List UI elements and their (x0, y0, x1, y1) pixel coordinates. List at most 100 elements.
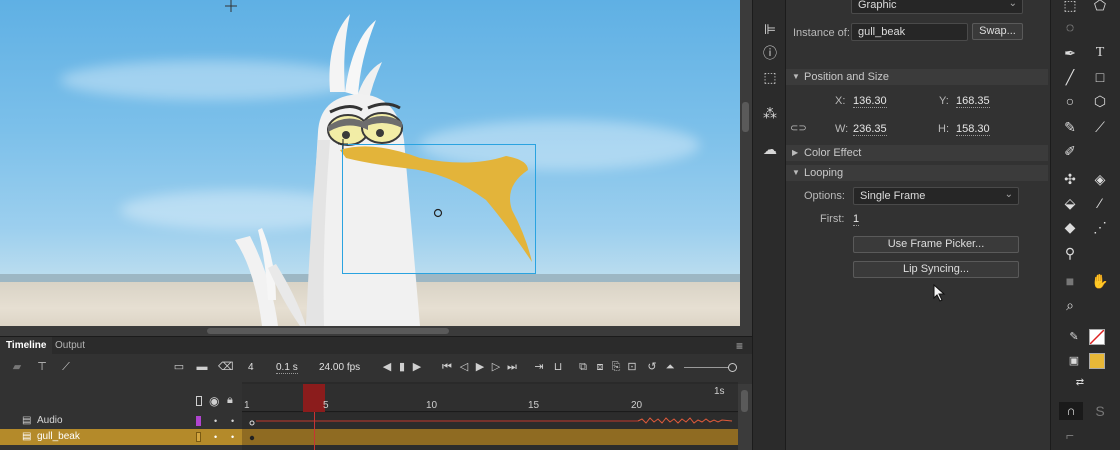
stroke-color-swatch[interactable] (1089, 329, 1105, 345)
free-transform-tool-icon[interactable]: ⬚ (1061, 0, 1079, 14)
asset-warp-tool-icon[interactable]: ⬠ (1091, 0, 1109, 14)
layer-row-gull-beak[interactable]: ▤ gull_beak • • (0, 429, 242, 445)
next-keyframe-icon[interactable]: ▶ (410, 360, 424, 374)
tab-timeline[interactable]: Timeline (0, 337, 53, 355)
text-tool-icon[interactable]: T (1091, 44, 1109, 62)
symbol-type-dropdown[interactable]: Graphic ⌄ (851, 0, 1023, 14)
first-frame-value[interactable]: 1 (853, 213, 860, 226)
camera-icon[interactable]: ▰ (10, 360, 24, 374)
loop-icon[interactable]: ⇥ (532, 360, 546, 374)
previous-keyframe-icon[interactable]: ◀ (380, 360, 394, 374)
w-value[interactable]: 236.35 (853, 123, 887, 136)
new-folder-icon[interactable]: ▬ (195, 360, 209, 374)
paint-brush-tool-icon[interactable]: ⟋ (1091, 118, 1109, 136)
visibility-dot[interactable]: • (214, 413, 217, 429)
fill-color-swatch[interactable] (1089, 353, 1105, 369)
frame-row-audio[interactable] (242, 413, 738, 429)
line-tool-icon[interactable]: ╱ (1061, 68, 1079, 86)
instance-name-field[interactable]: gull_beak (851, 23, 968, 41)
paint-bucket-tool-icon[interactable]: ◈ (1091, 170, 1109, 188)
position-size-section-header[interactable]: ▼ Position and Size (786, 69, 1048, 85)
frame-rate-value[interactable]: 24.00 fps (319, 362, 360, 373)
stage-vertical-scrollbar[interactable] (740, 0, 752, 336)
use-frame-picker-button[interactable]: Use Frame Picker... (853, 236, 1019, 253)
frame-zoom-slider-track[interactable] (684, 367, 734, 368)
frame-zoom-slider-handle[interactable] (728, 363, 737, 372)
visibility-dot[interactable]: • (214, 429, 217, 445)
ink-bottle-tool-icon[interactable]: ⬙ (1061, 194, 1079, 212)
outline-toggle-icon[interactable] (196, 396, 202, 406)
elapsed-unit: s (292, 362, 298, 373)
color-effect-section-header[interactable]: ▶ Color Effect (786, 145, 1048, 161)
camera-tool-icon[interactable]: ■ (1061, 272, 1079, 290)
brush-tool-icon[interactable]: ✐ (1061, 142, 1079, 160)
stage-canvas[interactable] (0, 0, 740, 326)
zoom-tool-icon[interactable]: ⌕ (1061, 296, 1079, 314)
play-icon[interactable]: ▶ (473, 360, 487, 374)
delete-layer-icon[interactable]: ⌫ (218, 360, 234, 374)
eye-icon[interactable]: ◉ (209, 394, 219, 408)
assets-icon[interactable]: ⁂ (761, 104, 779, 122)
lock-icon[interactable]: 🔒︎ (227, 394, 233, 407)
step-forward-icon[interactable]: ▷ (489, 360, 503, 374)
polystar-tool-icon[interactable]: ⬡ (1091, 92, 1109, 110)
info-icon[interactable]: ⓘ (761, 44, 779, 62)
step-back-icon[interactable]: ◁ (457, 360, 471, 374)
bone-tool-icon[interactable]: ✣ (1061, 170, 1079, 188)
frame-row-partial[interactable] (242, 445, 738, 450)
timeline-vertical-scroll-thumb[interactable] (741, 390, 748, 412)
hand-tool-icon[interactable]: ✋ (1091, 272, 1109, 290)
creative-cloud-libraries-icon[interactable]: ☁ (761, 140, 779, 158)
insert-keyframe-icon[interactable]: ▮ (395, 360, 409, 374)
transform-icon[interactable]: ⬚ (761, 68, 779, 86)
go-to-first-frame-icon[interactable]: ⏮ (440, 360, 454, 374)
smooth-icon[interactable]: S (1091, 402, 1109, 420)
go-to-last-frame-icon[interactable]: ⏭ (505, 360, 519, 374)
panel-menu-icon[interactable]: ≡ (730, 337, 749, 355)
layer-row-audio[interactable]: ▤ Audio • • (0, 413, 242, 429)
swap-colors-icon[interactable]: ⇄ (1071, 374, 1089, 392)
frame-row-gull-beak[interactable] (242, 429, 738, 445)
loop-options-dropdown[interactable]: Single Frame ⌄ (853, 187, 1019, 205)
straighten-icon[interactable]: ⌐ (1061, 426, 1079, 444)
playhead[interactable] (303, 384, 325, 412)
new-layer-icon[interactable]: ▭ (172, 360, 186, 374)
graph-icon[interactable]: ⟋ (59, 360, 73, 374)
lock-dot[interactable]: • (231, 429, 234, 445)
y-value[interactable]: 168.35 (956, 95, 990, 108)
onion-skin-icon[interactable]: ⧉ (576, 360, 590, 374)
oval-tool-icon[interactable]: ○ (1061, 92, 1079, 110)
frame-width-icon[interactable]: ⏶ (663, 360, 677, 374)
triangle-right-icon: ▶ (792, 148, 799, 157)
link-proportions-icon[interactable]: ⊂⊃ (790, 123, 807, 134)
rectangle-tool-icon[interactable]: □ (1091, 68, 1109, 86)
swap-button[interactable]: Swap... (972, 23, 1023, 40)
elapsed-time-value[interactable]: 0.1 s (276, 362, 298, 374)
stage-vertical-scroll-thumb[interactable] (742, 102, 749, 132)
looping-section-header[interactable]: ▼ Looping (786, 165, 1048, 181)
onion-skin-outlines-icon[interactable]: ⧈ (593, 360, 607, 374)
eyedropper-tool-icon[interactable]: ⁄ (1091, 194, 1109, 212)
eraser-tool-icon[interactable]: ◆ (1061, 218, 1079, 236)
edit-multiple-frames-icon[interactable]: ⎘ (609, 360, 623, 374)
snap-to-objects-icon[interactable]: ∩ (1059, 402, 1083, 420)
modify-markers-icon[interactable]: ⊡ (625, 360, 639, 374)
layer-row-partial[interactable] (0, 445, 242, 450)
pin-tool-icon[interactable]: ⚲ (1061, 244, 1079, 262)
x-value[interactable]: 136.30 (853, 95, 887, 108)
h-value[interactable]: 158.30 (956, 123, 990, 136)
undo-loop-icon[interactable]: ↺ (645, 360, 659, 374)
keyframe-dot[interactable] (249, 435, 255, 441)
lock-dot[interactable]: • (231, 413, 234, 429)
tab-output[interactable]: Output (49, 337, 91, 355)
current-frame-value[interactable]: 4 (248, 362, 254, 373)
align-icon[interactable]: ⊫ (761, 20, 779, 38)
stage-horizontal-scroll-thumb[interactable] (207, 328, 449, 334)
pen-tool-icon[interactable]: ✒ (1061, 44, 1079, 62)
width-tool-icon[interactable]: ⋰ (1091, 218, 1109, 236)
layer-parenting-icon[interactable]: ⊤ (35, 360, 49, 374)
pencil-tool-icon[interactable]: ✎ (1061, 118, 1079, 136)
center-frame-icon[interactable]: ⊔ (551, 360, 565, 374)
lasso-tool-icon[interactable]: ◌ (1061, 18, 1079, 36)
lip-syncing-button[interactable]: Lip Syncing... (853, 261, 1019, 278)
